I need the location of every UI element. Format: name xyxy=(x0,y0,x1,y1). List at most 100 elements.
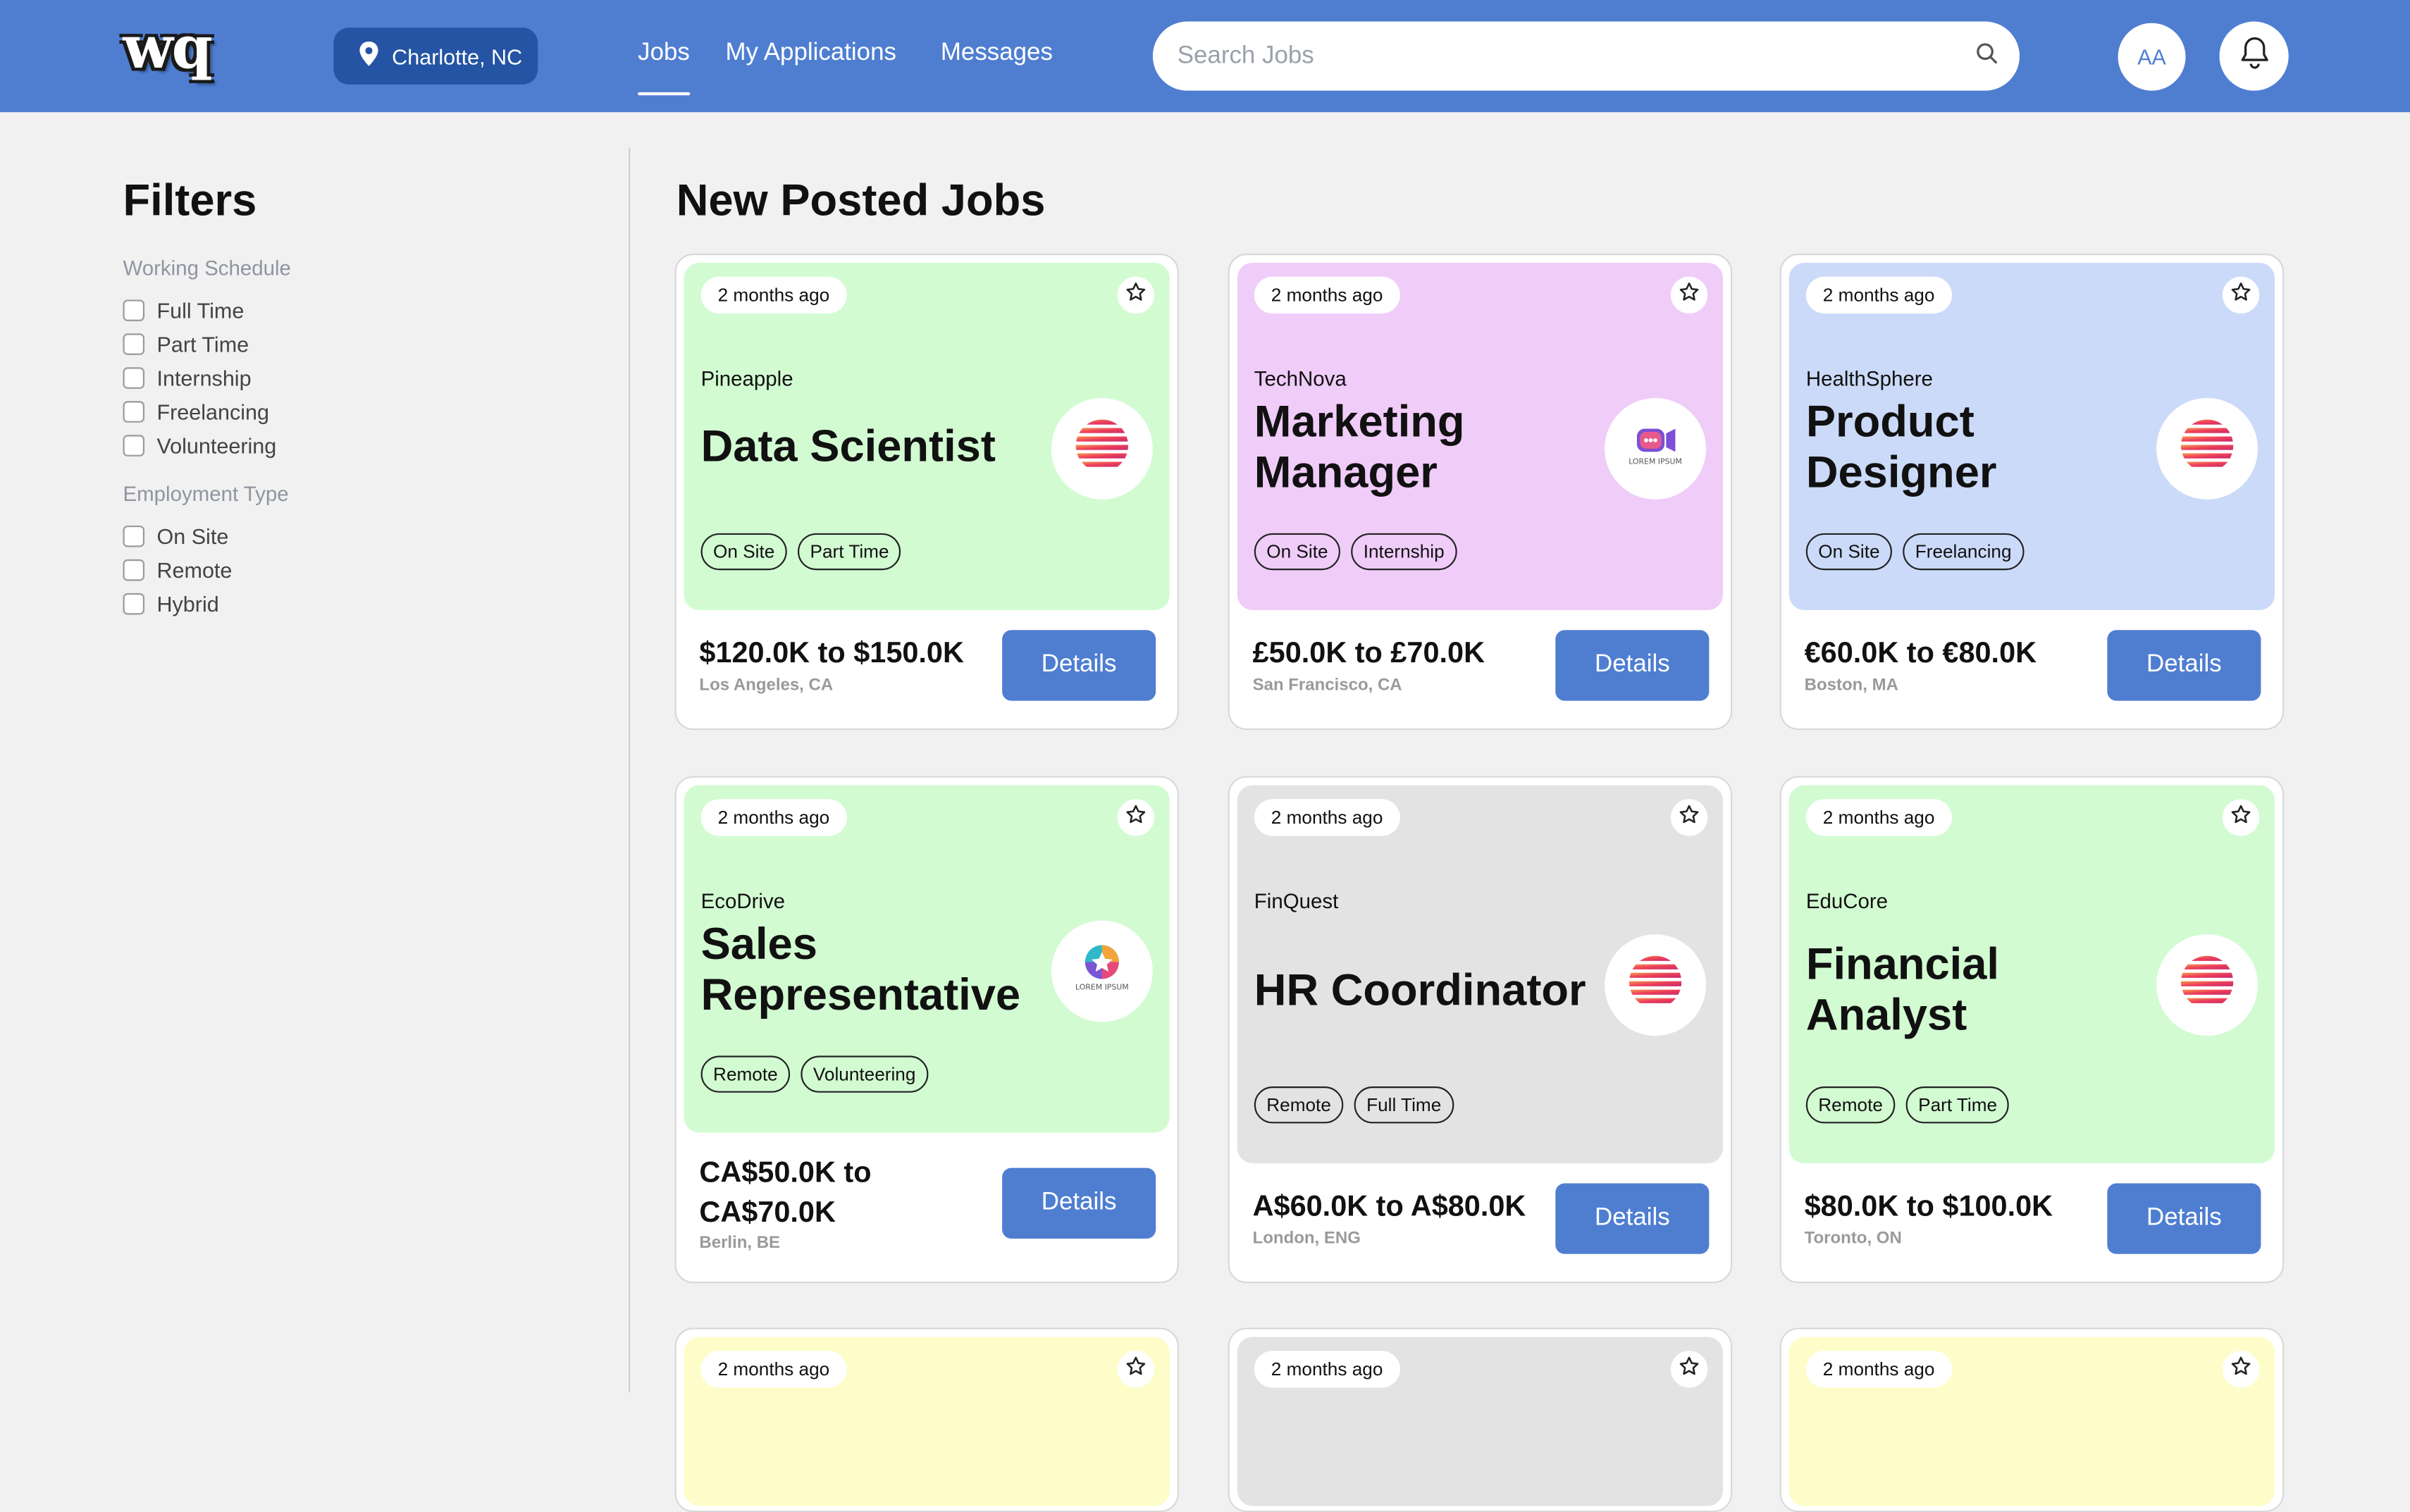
checkbox[interactable] xyxy=(123,435,145,457)
job-title: Marketing Manager xyxy=(1254,397,1465,498)
filter-remote[interactable]: Remote xyxy=(123,558,232,583)
job-card-marketing-manager[interactable]: 2 months ago TechNova Marketing Manager … xyxy=(1228,253,1733,731)
save-job-button[interactable] xyxy=(2222,276,2260,314)
app-logo[interactable]: wq xyxy=(123,12,212,81)
posted-time-badge: 2 months ago xyxy=(1254,276,1400,314)
job-card-header: 2 months ago HealthSphere Product Design… xyxy=(1788,262,2275,610)
salary: $80.0K to $100.0K xyxy=(1804,1191,2053,1224)
checkbox[interactable] xyxy=(123,299,145,321)
checkbox[interactable] xyxy=(123,593,145,615)
filter-internship[interactable]: Internship xyxy=(123,366,252,390)
company-logo xyxy=(1051,397,1153,500)
posted-time-badge: 2 months ago xyxy=(1805,276,1952,314)
tag: Freelancing xyxy=(1903,533,2024,571)
job-card-sales-representative[interactable]: 2 months ago EcoDrive Sales Representati… xyxy=(674,776,1179,1284)
job-card-financial-analyst[interactable]: 2 months ago EduCore Financial Analyst R… xyxy=(1779,776,2285,1284)
location-button[interactable]: Charlotte, NC xyxy=(333,27,538,85)
tag: Internship xyxy=(1351,533,1457,571)
details-button[interactable]: Details xyxy=(2107,1183,2261,1254)
job-tags: Remote Part Time xyxy=(1805,1086,2010,1124)
star-icon xyxy=(1679,280,1700,309)
search-input[interactable] xyxy=(1174,40,1975,72)
search-bar xyxy=(1152,21,2020,91)
job-card-header: 2 months ago Pineapple Data Scientist On… xyxy=(684,262,1170,610)
checkbox[interactable] xyxy=(123,525,145,547)
lorem-ipsum-star-logo-icon: LOREM IPSUM xyxy=(1071,936,1132,1005)
nav-jobs[interactable]: Jobs xyxy=(638,40,690,96)
job-card[interactable]: 2 months ago xyxy=(674,1327,1179,1512)
job-card-header: 2 months ago xyxy=(1788,1337,2275,1506)
star-icon xyxy=(1125,280,1147,309)
page-title: New Posted Jobs xyxy=(676,176,1046,226)
save-job-button[interactable] xyxy=(1117,1351,1155,1388)
striped-sphere-logo-icon xyxy=(2178,952,2237,1018)
job-card-hr-coordinator[interactable]: 2 months ago FinQuest HR Coordinator Rem… xyxy=(1228,776,1733,1284)
save-job-button[interactable] xyxy=(1670,799,1708,836)
job-tags: Remote Full Time xyxy=(1254,1086,1454,1124)
striped-sphere-logo-icon xyxy=(1073,416,1131,482)
job-tags: On Site Part Time xyxy=(700,533,901,571)
notifications-button[interactable] xyxy=(2219,21,2289,91)
filter-volunteering[interactable]: Volunteering xyxy=(123,433,276,458)
star-icon xyxy=(1679,803,1700,832)
job-title: Financial Analyst xyxy=(1805,940,1999,1041)
top-bar: wq Charlotte, NC Jobs My Applications Me… xyxy=(0,0,2410,113)
details-button[interactable]: Details xyxy=(1555,1183,1710,1254)
nav-messages[interactable]: Messages xyxy=(941,40,1053,68)
filter-freelancing[interactable]: Freelancing xyxy=(123,399,269,424)
job-card-header: 2 months ago TechNova Marketing Manager … xyxy=(1237,262,1724,610)
checkbox[interactable] xyxy=(123,401,145,423)
details-button[interactable]: Details xyxy=(1555,630,1710,701)
job-card[interactable]: 2 months ago xyxy=(1779,1327,2285,1512)
job-location: London, ENG xyxy=(1252,1229,1361,1248)
save-job-button[interactable] xyxy=(1670,276,1708,314)
posted-time-badge: 2 months ago xyxy=(1805,1351,1952,1388)
job-card-header: 2 months ago EcoDrive Sales Representati… xyxy=(684,785,1170,1133)
location-label: Charlotte, NC xyxy=(392,44,523,69)
sidebar-divider xyxy=(629,147,631,1393)
working-schedule-title: Working Schedule xyxy=(123,256,291,280)
details-button[interactable]: Details xyxy=(2107,630,2261,701)
company-name: TechNova xyxy=(1254,367,1347,391)
filter-part-time[interactable]: Part Time xyxy=(123,332,249,357)
company-logo xyxy=(2156,934,2258,1036)
employment-type-title: Employment Type xyxy=(123,482,289,506)
star-icon xyxy=(1125,803,1147,832)
tag: On Site xyxy=(1254,533,1341,571)
checkbox[interactable] xyxy=(123,333,145,355)
job-card-data-scientist[interactable]: 2 months ago Pineapple Data Scientist On… xyxy=(674,253,1179,731)
nav-my-applications[interactable]: My Applications xyxy=(725,40,896,68)
save-job-button[interactable] xyxy=(1117,276,1155,314)
job-location: Toronto, ON xyxy=(1804,1229,1902,1248)
job-card-product-designer[interactable]: 2 months ago HealthSphere Product Design… xyxy=(1779,253,2285,731)
lorem-ipsum-camera-logo-icon: LOREM IPSUM xyxy=(1624,414,1686,483)
tag: Remote xyxy=(700,1055,791,1093)
star-icon xyxy=(2230,280,2252,309)
save-job-button[interactable] xyxy=(2222,1351,2260,1388)
company-name: Pineapple xyxy=(700,367,793,391)
salary: €60.0K to €80.0K xyxy=(1804,638,2037,670)
company-name: EduCore xyxy=(1805,889,1889,913)
job-tags: Remote Volunteering xyxy=(700,1055,928,1093)
checkbox[interactable] xyxy=(123,559,145,581)
search-icon[interactable] xyxy=(1975,41,1998,72)
tag: On Site xyxy=(1805,533,1893,571)
save-job-button[interactable] xyxy=(1117,799,1155,836)
avatar[interactable]: AA xyxy=(2118,23,2186,91)
job-location: Los Angeles, CA xyxy=(699,676,834,695)
details-button[interactable]: Details xyxy=(1002,630,1156,701)
job-card-header: 2 months ago FinQuest HR Coordinator Rem… xyxy=(1237,785,1724,1164)
filter-full-time[interactable]: Full Time xyxy=(123,298,244,323)
job-card[interactable]: 2 months ago xyxy=(1228,1327,1733,1512)
job-location: San Francisco, CA xyxy=(1252,676,1402,695)
filter-hybrid[interactable]: Hybrid xyxy=(123,592,219,616)
details-button[interactable]: Details xyxy=(1002,1167,1156,1239)
tag: Full Time xyxy=(1354,1086,1454,1124)
filter-on-site[interactable]: On Site xyxy=(123,524,228,549)
checkbox[interactable] xyxy=(123,367,145,389)
tag: Part Time xyxy=(1905,1086,2010,1124)
save-job-button[interactable] xyxy=(1670,1351,1708,1388)
save-job-button[interactable] xyxy=(2222,799,2260,836)
job-card-header: 2 months ago EduCore Financial Analyst R… xyxy=(1788,785,2275,1164)
job-location: Berlin, BE xyxy=(699,1234,781,1253)
